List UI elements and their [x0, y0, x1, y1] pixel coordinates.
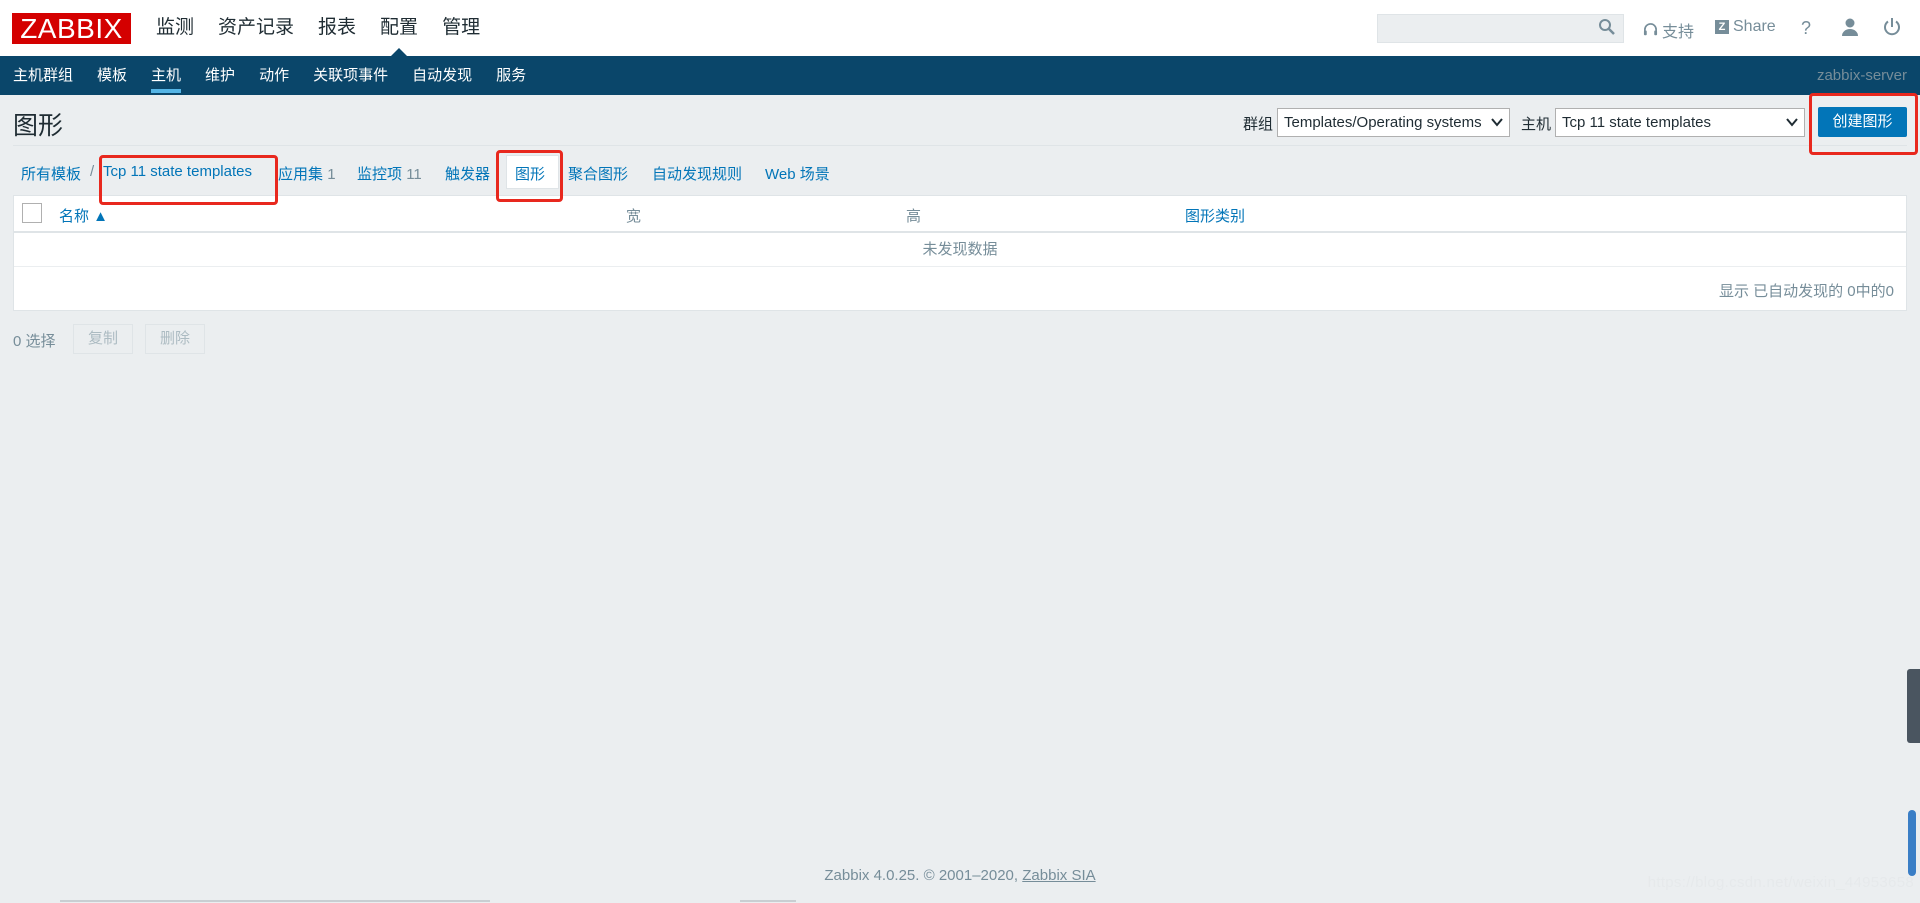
subnav-templates[interactable]: 模板: [97, 56, 127, 95]
search-icon[interactable]: [1598, 18, 1616, 36]
subnav-services[interactable]: 服务: [496, 56, 526, 95]
selected-count: 0 选择: [13, 333, 56, 350]
nav-configuration[interactable]: 配置: [380, 0, 418, 56]
help-icon[interactable]: ?: [1801, 18, 1811, 39]
tab-items-count: 11: [406, 166, 422, 183]
nav-inventory[interactable]: 资产记录: [218, 0, 294, 56]
table-header: 名称 ▲ 宽 高 图形类别: [14, 196, 1906, 233]
column-width: 宽: [626, 208, 642, 225]
tab-applications-label: 应用集: [278, 166, 324, 183]
logout-power-icon[interactable]: [1881, 16, 1903, 38]
nav-monitoring[interactable]: 监测: [156, 0, 194, 56]
subnav-actions[interactable]: 动作: [259, 56, 289, 95]
scrollbar-track: [60, 900, 490, 902]
tab-items-label: 监控项: [357, 166, 403, 183]
headset-icon: [1643, 22, 1658, 35]
subnav-discovery[interactable]: 自动发现: [412, 56, 472, 95]
annotation-template-highlight: [99, 155, 278, 205]
share-z-icon: Z: [1715, 20, 1729, 34]
annotation-create-button-highlight: [1809, 93, 1918, 155]
page-title: 图形: [13, 112, 64, 140]
subnav-maintenance[interactable]: 维护: [205, 56, 235, 95]
tab-discovery-rules[interactable]: 自动发现规则: [652, 163, 742, 184]
group-select[interactable]: Templates/Operating systems: [1277, 108, 1510, 137]
group-select-value: Templates/Operating systems: [1284, 114, 1482, 131]
support-label: 支持: [1662, 24, 1695, 41]
column-name[interactable]: 名称 ▲: [59, 205, 108, 226]
host-select-value: Tcp 11 state templates: [1562, 114, 1711, 131]
tab-triggers[interactable]: 触发器: [445, 163, 490, 184]
zabbix-logo[interactable]: ZABBIX: [12, 13, 131, 44]
subnav-host-groups[interactable]: 主机群组: [13, 56, 73, 95]
copy-button[interactable]: 复制: [73, 324, 133, 354]
column-height: 高: [906, 208, 922, 225]
breadcrumb-separator: /: [90, 163, 95, 180]
side-widget[interactable]: [1907, 669, 1920, 743]
watermark: https://blog.csdn.net/weixin_44953658: [1647, 874, 1914, 891]
column-graph-type[interactable]: 图形类别: [1185, 205, 1245, 226]
host-select[interactable]: Tcp 11 state templates: [1555, 108, 1805, 137]
paging-info: 显示 已自动发现的 0中的0: [1718, 283, 1894, 300]
chevron-down-icon: [1786, 118, 1798, 127]
server-name: zabbix-server: [1816, 67, 1907, 84]
subnav-event-correlation[interactable]: 关联项事件: [313, 56, 388, 95]
top-header: ZABBIX 监测 资产记录 报表 配置 管理 支持 Z Share ?: [0, 0, 1920, 56]
footer-copyright: Zabbix 4.0.25. © 2001–2020,: [824, 867, 1023, 884]
tab-screens[interactable]: 聚合图形: [568, 163, 628, 184]
delete-button[interactable]: 删除: [145, 324, 205, 354]
sub-nav: 主机群组 模板 主机 维护 动作 关联项事件 自动发现 服务 zabbix-se…: [0, 56, 1920, 95]
share-label: Share: [1733, 18, 1776, 35]
nav-administration[interactable]: 管理: [442, 0, 480, 56]
main-nav: 监测 资产记录 报表 配置 管理: [156, 0, 480, 56]
share-link[interactable]: Z Share: [1715, 18, 1776, 36]
search-input[interactable]: [1377, 14, 1624, 43]
divider: [13, 145, 1907, 146]
footer: Zabbix 4.0.25. © 2001–2020, Zabbix SIA: [0, 867, 1920, 884]
breadcrumb-all-templates[interactable]: 所有模板: [21, 163, 81, 184]
scrollbar-track-segment: [740, 900, 796, 902]
tab-web-scenarios[interactable]: Web 场景: [765, 163, 830, 184]
footer-zabbix-sia-link[interactable]: Zabbix SIA: [1022, 867, 1095, 884]
graphs-table: 名称 ▲ 宽 高 图形类别 未发现数据 显示 已自动发现的 0中的0: [13, 195, 1907, 311]
subnav-hosts[interactable]: 主机: [151, 56, 182, 95]
nav-reports[interactable]: 报表: [318, 0, 356, 56]
chevron-down-icon: [1491, 118, 1503, 127]
no-data-row: 未发现数据: [14, 233, 1906, 267]
tab-applications[interactable]: 应用集 1: [278, 163, 336, 184]
annotation-graphs-tab-highlight: [496, 150, 563, 202]
tab-applications-count: 1: [327, 166, 336, 183]
support-link[interactable]: 支持: [1643, 18, 1694, 42]
group-filter-label: 群组: [1243, 116, 1274, 133]
tab-items[interactable]: 监控项 11: [357, 163, 422, 184]
host-filter-label: 主机: [1521, 116, 1552, 133]
user-profile-icon[interactable]: [1839, 16, 1861, 38]
select-all-checkbox[interactable]: [22, 203, 42, 223]
side-thermometer-widget[interactable]: [1908, 810, 1916, 876]
